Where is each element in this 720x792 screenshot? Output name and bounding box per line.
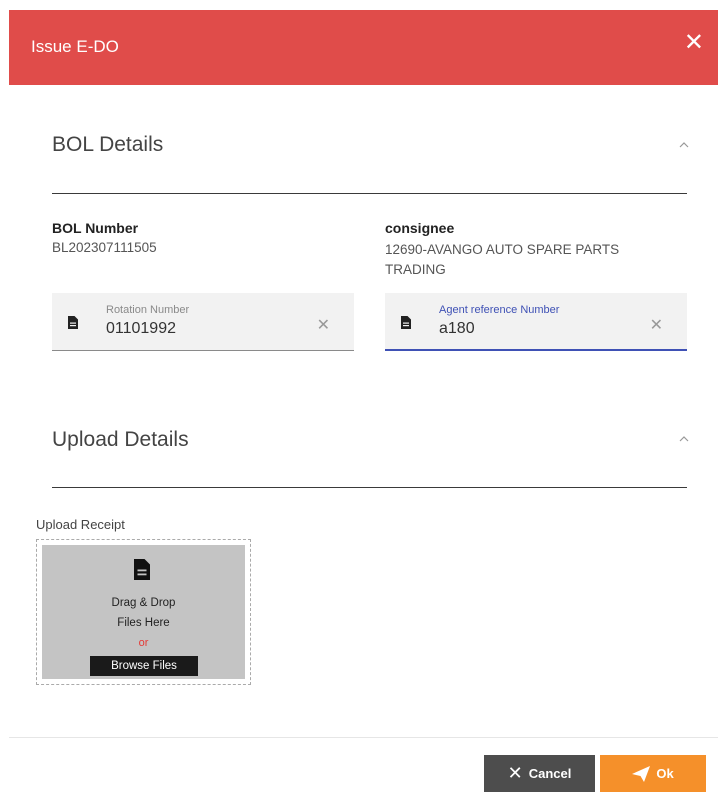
ok-label: Ok [656,766,674,781]
document-icon [68,316,78,329]
clear-icon[interactable]: ✕ [650,315,663,335]
rotation-number-field[interactable]: Rotation Number ✕ [52,293,354,351]
dialog-header: Issue E-DO ✕ [9,10,718,85]
close-icon[interactable]: ✕ [684,31,704,55]
dialog-title: Issue E-DO [31,37,119,56]
cancel-label: Cancel [528,766,572,781]
bol-details-title: BOL Details [52,133,164,156]
drag-drop-text: Drag & Drop [111,597,176,609]
document-icon [134,559,150,580]
document-icon [401,316,411,329]
agent-reference-input[interactable] [439,320,609,338]
upload-receipt-label: Upload Receipt [36,517,125,532]
chevron-up-icon[interactable] [679,140,689,150]
agent-reference-field[interactable]: Agent reference Number ✕ [385,293,687,351]
upload-details-title: Upload Details [52,428,189,451]
send-icon [632,765,651,782]
section-divider [52,193,687,194]
ok-button[interactable]: Ok [600,755,706,792]
dropzone-area[interactable]: Drag & Drop Files Here or Browse Files [42,545,245,679]
bol-number-value: BL202307111505 [52,240,157,255]
rotation-number-label: Rotation Number [106,304,190,316]
clear-icon[interactable]: ✕ [317,315,330,335]
rotation-number-input[interactable] [106,320,276,338]
bol-number-label: BOL Number [52,220,139,236]
consignee-label: consignee [385,220,455,236]
file-dropzone[interactable]: Drag & Drop Files Here or Browse Files [36,539,251,685]
footer-divider [9,737,718,738]
or-text: or [138,637,149,649]
consignee-value: 12690-AVANGO AUTO SPARE PARTS TRADING [385,242,620,277]
cancel-button[interactable]: ✕ Cancel [484,755,595,792]
files-here-text: Files Here [117,617,170,629]
section-divider [52,487,687,488]
close-icon: ✕ [507,763,523,783]
chevron-up-icon[interactable] [679,434,689,444]
browse-files-button[interactable]: Browse Files [90,656,198,676]
agent-reference-label: Agent reference Number [439,304,560,316]
